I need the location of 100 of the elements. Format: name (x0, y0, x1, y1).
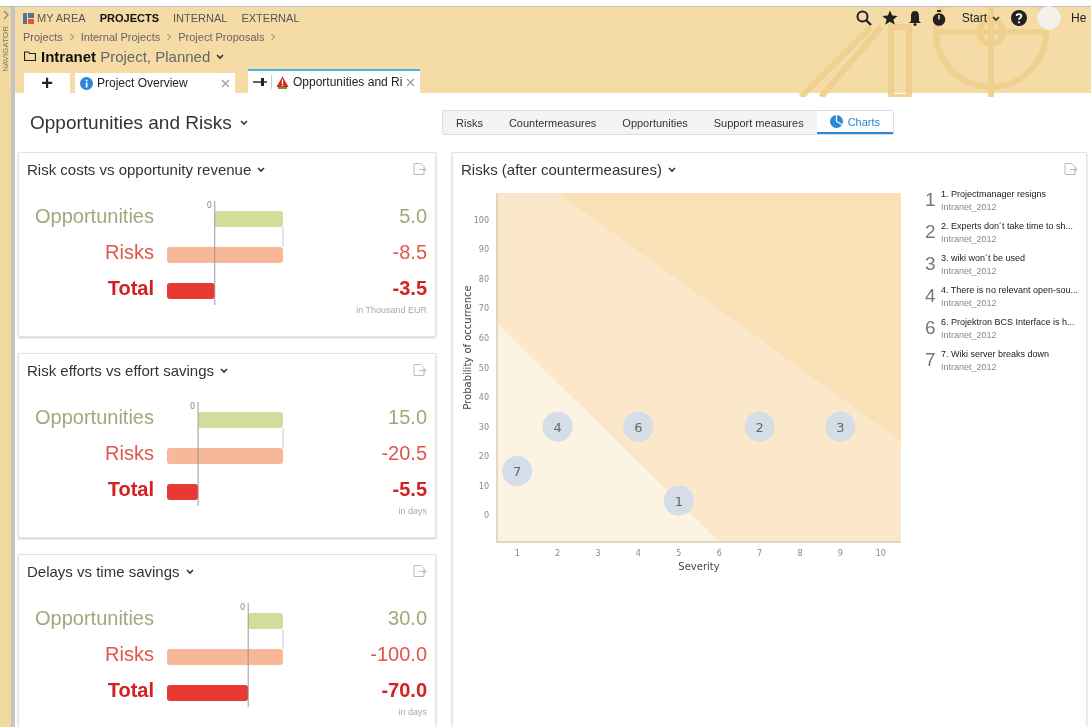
nav-tab[interactable]: MY AREA (23, 12, 86, 24)
row-label: Total (107, 678, 154, 703)
value-label: 5.0 (399, 204, 427, 229)
nav-tab[interactable]: PROJECTS (99, 12, 159, 24)
value-label: -8.5 (392, 240, 427, 265)
panel-title[interactable]: Risk efforts vs effort savings (27, 361, 230, 379)
chevron-down-icon (184, 566, 195, 576)
page-title[interactable]: Opportunities and Risks (18, 111, 430, 134)
panel-title[interactable]: Delays vs time savings (27, 562, 195, 580)
bell-icon[interactable] (907, 10, 922, 26)
legend-project: Intranet_2012 (941, 266, 998, 276)
legend-title[interactable]: 3. wiki won´t be used (941, 253, 1026, 263)
axis-tick-label: 30 (478, 422, 489, 432)
data-point: 2 (744, 411, 775, 442)
axis-tick-label: 10 (478, 481, 489, 491)
pie-chart-icon (829, 115, 843, 128)
legend-title[interactable]: 2. Experts don´t take time to sh... (941, 221, 1074, 231)
view-tab[interactable]: Charts (816, 111, 894, 134)
axis-tick-label: 40 (478, 393, 489, 403)
axis-tick-label: 80 (478, 274, 489, 284)
start-menu[interactable]: Start (961, 11, 1001, 25)
breadcrumb-link[interactable]: Projects (23, 31, 63, 43)
axis-tick-label: 20 (478, 452, 489, 462)
unit-label: in days (398, 707, 427, 717)
document-tab[interactable]: + (24, 73, 70, 93)
axis-tick-label: 100 (473, 215, 489, 225)
view-tab[interactable]: Support measures (700, 111, 817, 134)
data-point: 7 (502, 456, 533, 486)
view-tab[interactable]: Opportunities (609, 111, 701, 134)
waterfall-bar (167, 484, 199, 500)
unit-label: in days (398, 506, 427, 516)
axis-tick-label: 1 (514, 549, 520, 558)
help-icon[interactable] (1011, 10, 1027, 26)
legend-title[interactable]: 1. Projectmanager resigns (941, 189, 1047, 199)
breadcrumb-link[interactable]: Project Proposals (178, 31, 265, 43)
panel-title[interactable]: Risks (after countermeasures) (461, 160, 677, 178)
value-label: -20.5 (381, 441, 427, 466)
row-label: Opportunities (35, 204, 154, 229)
dashboard-icon (23, 12, 34, 24)
legend-number: 1 (925, 189, 936, 212)
export-icon[interactable] (1064, 163, 1078, 175)
legend-number: 3 (925, 253, 936, 276)
legend-project: Intranet_2012 (941, 234, 998, 244)
axis-tick-label: 90 (478, 245, 489, 255)
avatar[interactable] (1037, 6, 1061, 30)
close-icon[interactable] (406, 77, 416, 87)
document-tab[interactable]: Project Overview (75, 73, 235, 93)
stopwatch-icon[interactable] (931, 10, 946, 26)
waterfall-bar (214, 211, 283, 227)
folder-icon (24, 51, 36, 61)
nav-tab[interactable]: INTERNAL (173, 12, 228, 24)
axis-tick-label: 3 (595, 549, 601, 558)
chevron-down-icon[interactable] (215, 51, 226, 61)
axis-title: Probability of occurrence (462, 285, 473, 410)
axis-tick-label: 50 (478, 363, 489, 373)
pin-icon (253, 77, 267, 87)
export-icon[interactable] (413, 364, 427, 376)
breadcrumb-link[interactable]: Internal Projects (80, 31, 161, 43)
panel-title[interactable]: Risk costs vs opportunity revenue (27, 160, 267, 178)
view-tab[interactable]: Risks (443, 111, 496, 134)
axis-tick-label: 9 (837, 549, 843, 558)
view-tab[interactable]: Countermeasures (495, 111, 610, 134)
axis-tick-label: 0 (240, 603, 246, 612)
row-label: Total (107, 276, 154, 301)
user-name[interactable]: He (1071, 11, 1091, 25)
row-label: Risks (105, 642, 154, 667)
search-icon[interactable] (855, 10, 872, 26)
legend-project: Intranet_2012 (941, 330, 998, 340)
legend-title[interactable]: 4. There is no relevant open-sou... (941, 285, 1078, 295)
close-icon[interactable] (221, 78, 230, 88)
chevron-down-icon (991, 13, 1001, 23)
waterfall-bar (167, 283, 215, 299)
export-icon[interactable] (413, 565, 427, 577)
legend-number: 2 (925, 221, 936, 244)
data-point: 6 (623, 411, 654, 442)
legend-title[interactable]: 6. Projektron BCS Interface is h... (941, 317, 1075, 327)
star-icon[interactable] (881, 10, 898, 26)
chevron-right-icon (166, 33, 173, 41)
document-tab[interactable]: Opportunities and Ri (248, 69, 421, 93)
nav-tab[interactable]: EXTERNAL (241, 12, 300, 24)
axis-tick-label: 0 (483, 511, 489, 521)
axis-tick-label: 0 (190, 402, 196, 411)
axis-tick-label: 0 (206, 201, 212, 210)
row-label: Total (107, 477, 154, 502)
value-label: 15.0 (388, 405, 427, 430)
project-title[interactable]: Intranet Project, Planned (41, 47, 211, 65)
axis-title: Severity (678, 561, 720, 572)
export-icon[interactable] (413, 163, 427, 175)
axis-tick-label: 8 (797, 549, 803, 558)
legend-project: Intranet_2012 (941, 202, 998, 212)
legend-number: 7 (925, 349, 936, 372)
row-label: Opportunities (35, 405, 154, 430)
navigator-label: NAVIGATOR (1, 26, 10, 72)
waterfall-bar (248, 613, 283, 629)
axis-tick-label: 6 (716, 549, 722, 558)
legend-title[interactable]: 7. Wiki server breaks down (941, 349, 1050, 359)
axis-tick-label: 4 (635, 549, 641, 558)
chevron-down-icon (219, 365, 230, 375)
legend-project: Intranet_2012 (941, 298, 998, 308)
chevron-down-icon (666, 164, 677, 174)
